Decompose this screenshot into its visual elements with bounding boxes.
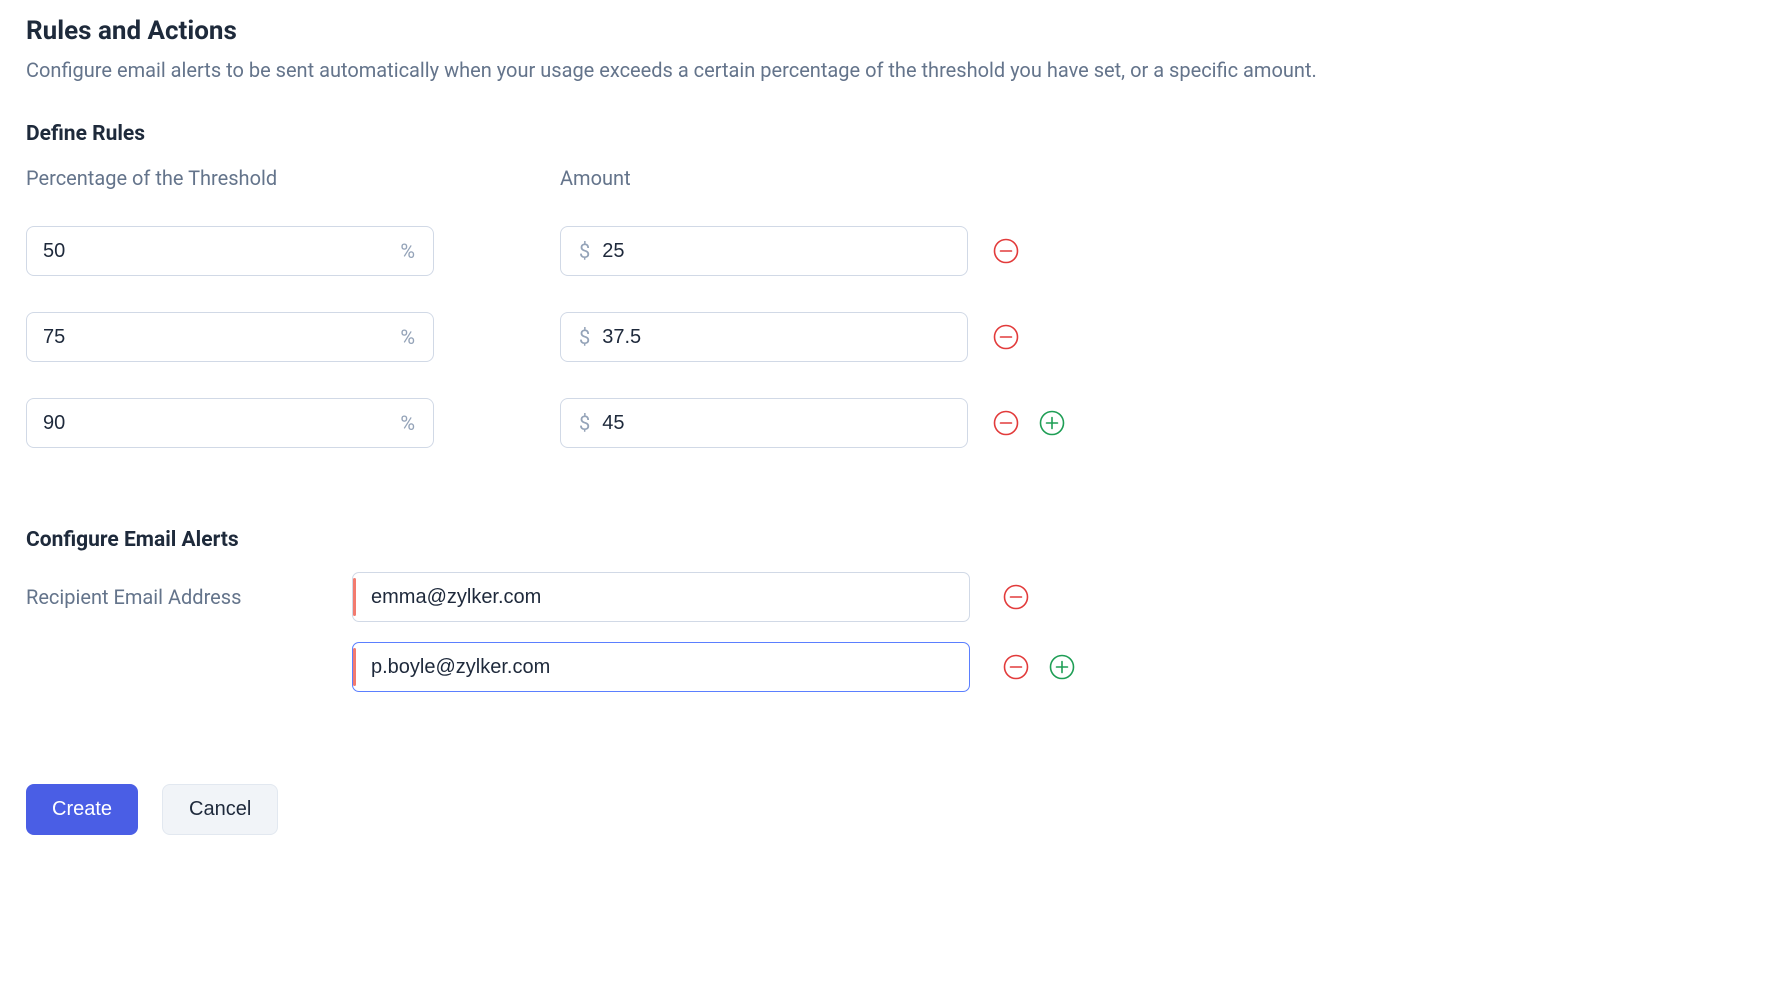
amount-input-wrapper: $ — [560, 226, 968, 276]
amount-input[interactable] — [590, 240, 967, 263]
percent-input-wrapper: % — [26, 398, 434, 448]
remove-rule-button[interactable] — [992, 237, 1020, 265]
rule-row-actions — [968, 237, 1754, 265]
recipient-email-input[interactable] — [353, 656, 969, 679]
email-row — [26, 642, 1754, 692]
recipient-email-input[interactable] — [353, 586, 969, 609]
amount-input[interactable] — [590, 326, 967, 349]
amount-input[interactable] — [590, 412, 967, 435]
percent-input[interactable] — [27, 412, 400, 435]
currency-symbol: $ — [561, 325, 590, 349]
email-row-actions — [970, 653, 1076, 681]
cancel-button[interactable]: Cancel — [162, 784, 278, 835]
currency-symbol: $ — [561, 239, 590, 263]
amount-input-wrapper: $ — [560, 312, 968, 362]
form-buttons: Create Cancel — [26, 784, 1754, 835]
email-row-actions — [970, 583, 1030, 611]
add-email-button[interactable] — [1048, 653, 1076, 681]
remove-icon — [993, 410, 1019, 436]
percent-input-wrapper: % — [26, 312, 434, 362]
page-subtitle: Configure email alerts to be sent automa… — [26, 58, 1754, 82]
remove-icon — [993, 324, 1019, 350]
remove-icon — [1003, 654, 1029, 680]
percent-input-wrapper: % — [26, 226, 434, 276]
email-input-wrapper — [352, 572, 970, 622]
remove-rule-button[interactable] — [992, 323, 1020, 351]
define-rules-heading: Define Rules — [26, 122, 1754, 146]
amount-input-wrapper: $ — [560, 398, 968, 448]
rule-row-actions — [968, 323, 1754, 351]
create-button[interactable]: Create — [26, 784, 138, 835]
configure-email-alerts-heading: Configure Email Alerts — [26, 528, 1754, 552]
percent-input[interactable] — [27, 240, 400, 263]
remove-icon — [1003, 584, 1029, 610]
percent-input[interactable] — [27, 326, 400, 349]
remove-email-button[interactable] — [1002, 653, 1030, 681]
percent-symbol: % — [400, 411, 433, 435]
rule-row-actions — [968, 409, 1754, 437]
add-icon — [1049, 654, 1075, 680]
percent-symbol: % — [400, 325, 433, 349]
page-title: Rules and Actions — [26, 16, 1754, 46]
percent-column-header: Percentage of the Threshold — [26, 166, 434, 190]
email-input-wrapper — [352, 642, 970, 692]
remove-icon — [993, 238, 1019, 264]
amount-column-header: Amount — [560, 166, 968, 190]
email-alerts-section: Configure Email Alerts Recipient Email A… — [26, 528, 1754, 692]
add-rule-button[interactable] — [1038, 409, 1066, 437]
currency-symbol: $ — [561, 411, 590, 435]
rules-grid: Percentage of the Threshold Amount % $ %… — [26, 166, 1754, 448]
remove-rule-button[interactable] — [992, 409, 1020, 437]
percent-symbol: % — [400, 239, 433, 263]
add-icon — [1039, 410, 1065, 436]
email-row: Recipient Email Address — [26, 572, 1754, 622]
remove-email-button[interactable] — [1002, 583, 1030, 611]
recipient-email-label: Recipient Email Address — [26, 585, 352, 609]
